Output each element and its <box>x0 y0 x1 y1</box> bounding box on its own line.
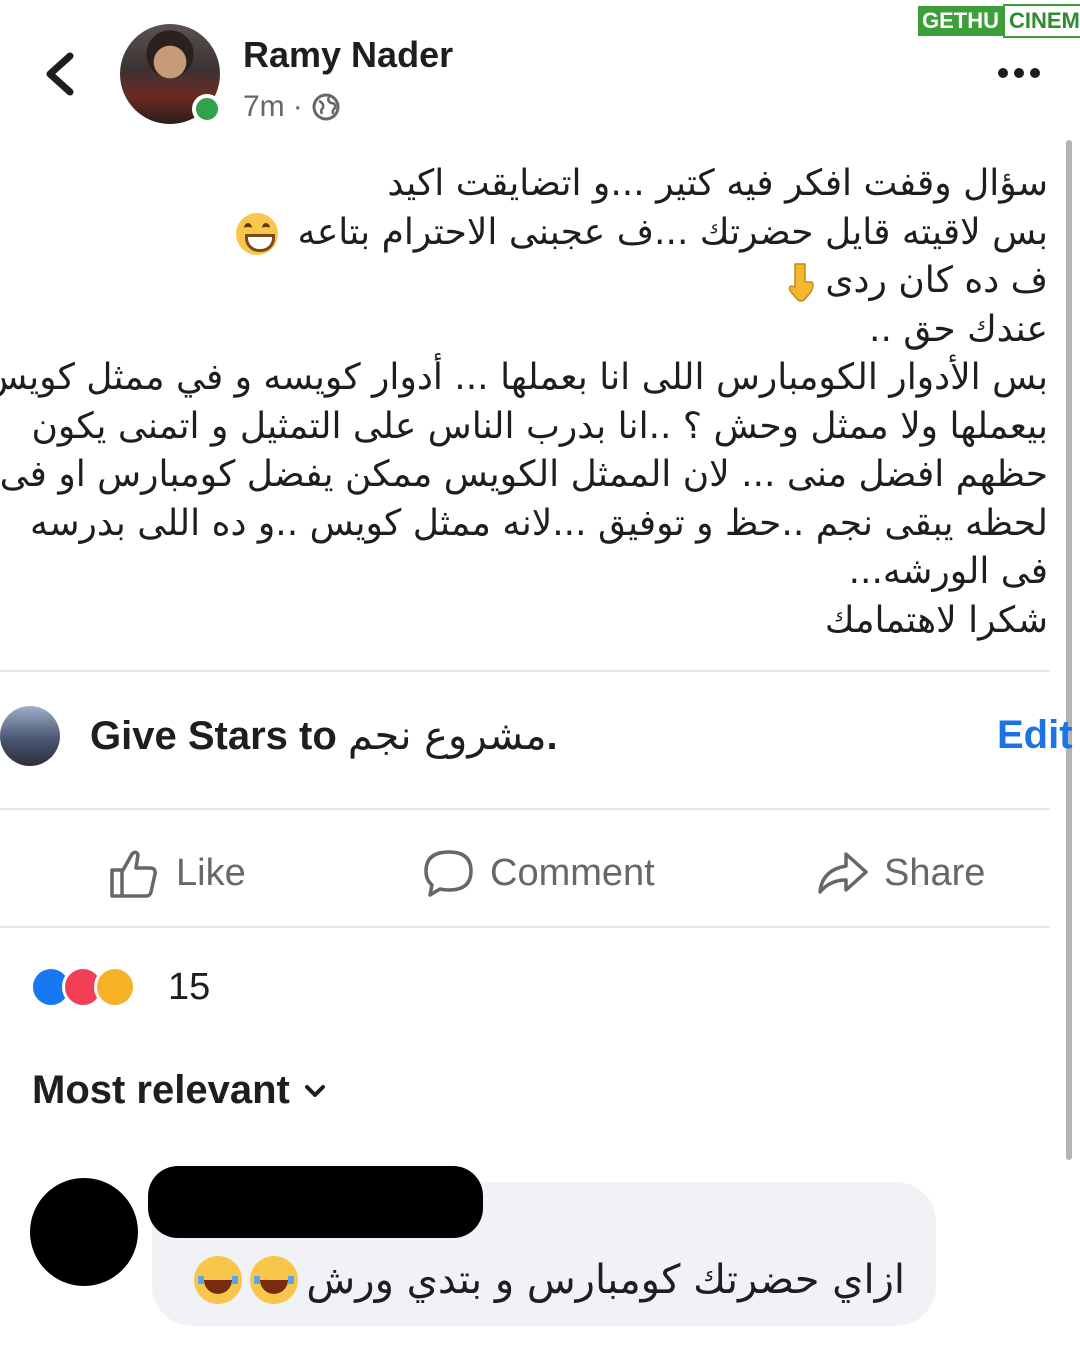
post-line: شكرا لاهتمامك <box>824 599 1048 641</box>
post-line: ف ده كان ردى <box>825 260 1048 301</box>
give-stars-prefix: Give Stars to <box>90 714 348 758</box>
like-label: Like <box>176 851 246 894</box>
commenter-name-redacted[interactable]: Emad Ismael <box>148 1166 483 1238</box>
post-line-with-emoji: بس لاقيته قايل حضرتك ...ف عجبنى الاحترام… <box>18 209 1048 258</box>
post-line: بيعملها ولا ممثل وحش ؟ ..انا بدرب الناس … <box>31 405 1048 447</box>
watermark-right: CINEMA <box>1003 4 1080 38</box>
post-line: عندك حق .. <box>869 308 1048 350</box>
author-name[interactable]: Ramy Nader <box>243 34 453 76</box>
share-label: Share <box>884 851 986 894</box>
page-avatar <box>0 706 60 766</box>
pointing-down-emoji-icon <box>789 263 815 302</box>
post-time[interactable]: 7m <box>243 90 285 124</box>
divider <box>0 670 1050 672</box>
give-stars-link[interactable]: Give Stars to مشروع نجم. <box>90 713 558 759</box>
online-status-dot <box>192 94 222 124</box>
post-line: حظهم افضل منى ... لان الممثل الكويس ممكن… <box>0 454 1048 495</box>
comment-sort-dropdown[interactable]: Most relevant <box>32 1068 328 1113</box>
reactions-summary[interactable] <box>30 966 136 1008</box>
post-line: فى الورشه... <box>848 551 1048 592</box>
share-arrow-icon <box>818 852 868 894</box>
star-page-name: مشروع نجم <box>347 713 547 759</box>
more-options-button[interactable] <box>994 58 1044 88</box>
watermark-left: GETHU <box>918 6 1003 36</box>
more-dot <box>998 68 1008 78</box>
more-dot <box>1030 68 1040 78</box>
edit-button[interactable]: Edit <box>997 713 1073 758</box>
sort-label: Most relevant <box>32 1068 290 1112</box>
face-with-tears-of-joy-icon <box>250 1256 299 1304</box>
grinning-face-emoji-icon <box>235 212 278 255</box>
more-dot <box>1014 68 1024 78</box>
post-line: لحظه يبقى نجم ..حظ و توفيق ...لانه ممثل … <box>30 502 1048 544</box>
comment-text: ازاي حضرتك كومبارس و بتدي ورش <box>306 1257 905 1303</box>
meta-separator: · <box>292 90 303 123</box>
reaction-count[interactable]: 15 <box>168 966 210 1009</box>
chevron-left-icon <box>46 52 74 96</box>
post-line: بس الأدوار الكومبارس اللى انا بعملها ...… <box>0 357 1048 398</box>
chevron-down-icon <box>304 1084 325 1097</box>
scrollbar[interactable] <box>1066 140 1072 1160</box>
divider <box>0 808 1050 810</box>
give-stars-suffix: . <box>546 714 558 758</box>
commenter-avatar-redacted[interactable] <box>30 1178 138 1286</box>
comment-button[interactable]: Comment <box>422 848 655 898</box>
divider <box>0 926 1050 928</box>
comment-icon <box>424 850 473 897</box>
care-reaction-icon <box>94 966 136 1008</box>
post-meta: 7m · <box>243 90 341 124</box>
post-line-with-emoji: ف ده كان ردى <box>18 257 1048 306</box>
thumbs-up-icon <box>110 850 157 898</box>
watermark-logo: GETHUCINEMA <box>918 4 1080 38</box>
like-button[interactable]: Like <box>108 848 246 898</box>
back-button[interactable] <box>38 44 88 104</box>
comment-label: Comment <box>490 851 655 894</box>
post-text: سؤال وقفت افكر فيه كتير ...و اتضايقت اكي… <box>0 160 1048 645</box>
face-with-tears-of-joy-icon <box>194 1256 243 1304</box>
share-button[interactable]: Share <box>816 848 985 898</box>
globe-icon <box>312 93 340 121</box>
post-line: بس لاقيته قايل حضرتك ...ف عجبنى الاحترام… <box>297 211 1048 253</box>
post-line: سؤال وقفت افكر فيه كتير ...و اتضايقت اكي… <box>387 163 1048 204</box>
comment-text-row: ازاي حضرتك كومبارس و بتدي ورش <box>194 1256 905 1304</box>
